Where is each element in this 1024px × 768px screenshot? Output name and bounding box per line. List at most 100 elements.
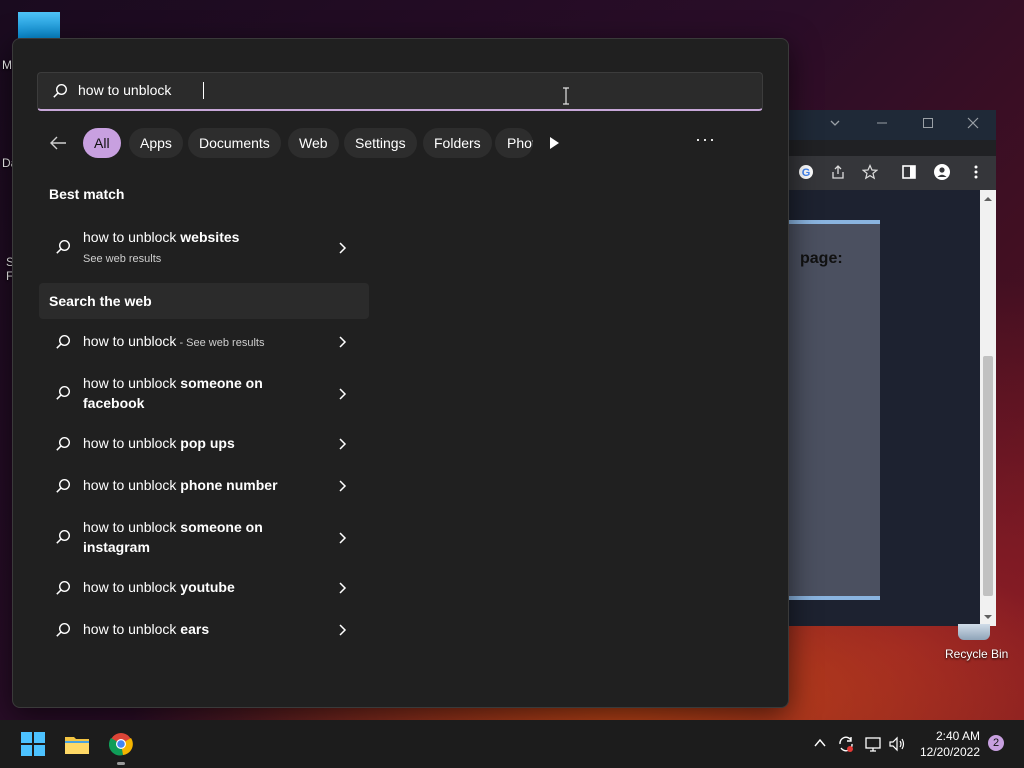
google-icon[interactable]: G	[798, 164, 814, 180]
page-panel: page:	[788, 220, 880, 600]
result-prefix: how to unblock	[83, 579, 181, 595]
result-prefix: how to unblock	[83, 621, 181, 637]
more-filters-play-icon[interactable]	[548, 136, 560, 155]
suggestion-text: how to unblock someone on instagram	[83, 517, 313, 557]
suggestion-item[interactable]: how to unblock someone on instagram	[39, 517, 369, 561]
best-match-heading: Best match	[49, 186, 125, 202]
result-bold: youtube	[180, 579, 235, 595]
search-icon	[55, 385, 71, 406]
filter-all[interactable]: All	[83, 128, 121, 158]
browser-toolbar: G	[780, 156, 996, 190]
filter-photos[interactable]: Phot	[495, 128, 533, 158]
search-the-web-heading: Search the web	[49, 293, 152, 309]
result-suffix: - See web results	[176, 337, 265, 349]
minimize-icon[interactable]	[875, 116, 889, 133]
recycle-bin-icon[interactable]	[958, 624, 990, 640]
filter-documents[interactable]: Documents	[188, 128, 281, 158]
text-caret	[203, 82, 204, 99]
filter-settings[interactable]: Settings	[344, 128, 417, 158]
menu-kebab-icon[interactable]	[968, 164, 984, 180]
filter-apps[interactable]: Apps	[129, 128, 183, 158]
share-icon[interactable]	[830, 164, 846, 180]
filter-folders[interactable]: Folders	[423, 128, 492, 158]
web-result-text: how to unblock - See web results	[83, 331, 313, 353]
result-prefix: how to unblock	[83, 519, 181, 535]
chevron-right-icon[interactable]	[337, 479, 347, 498]
best-match-subtitle: See web results	[83, 253, 162, 265]
search-box[interactable]	[37, 72, 763, 111]
chevron-up-icon[interactable]	[813, 736, 827, 755]
result-prefix: how to unblock	[83, 435, 181, 451]
maximize-icon[interactable]	[921, 116, 935, 133]
clock-time[interactable]: 2:40 AM	[928, 729, 980, 743]
volume-icon[interactable]	[888, 735, 906, 758]
more-options-icon[interactable]: ···	[695, 129, 716, 150]
search-icon	[52, 83, 68, 104]
search-icon	[55, 239, 71, 260]
search-icon	[55, 334, 71, 355]
search-icon	[55, 622, 71, 643]
page-text: page:	[800, 250, 843, 267]
chrome-icon[interactable]	[108, 732, 133, 761]
notification-badge[interactable]: 2	[988, 735, 1004, 751]
profile-icon[interactable]	[934, 164, 950, 180]
chevron-right-icon[interactable]	[337, 437, 347, 456]
search-icon	[55, 478, 71, 499]
result-prefix: how to unblock	[83, 477, 181, 493]
chrome-running-indicator	[117, 762, 125, 765]
result-prefix: how to unblock	[83, 375, 181, 391]
result-bold: ears	[180, 621, 210, 637]
filter-web[interactable]: Web	[288, 128, 339, 158]
scroll-down-icon[interactable]	[980, 610, 996, 624]
close-icon[interactable]	[966, 116, 980, 133]
scroll-thumb[interactable]	[983, 356, 993, 596]
browser-window[interactable]: G page:	[780, 110, 996, 626]
recycle-bin-label: Recycle Bin	[945, 647, 1009, 661]
desktop-icon-top[interactable]	[18, 12, 60, 40]
text-cursor-icon	[563, 87, 569, 105]
suggestion-text: how to unblock phone number	[83, 475, 313, 495]
filter-bar: All Apps Documents Web Settings Folders …	[43, 127, 743, 161]
clock-date[interactable]: 12/20/2022	[916, 745, 980, 759]
chevron-right-icon[interactable]	[337, 623, 347, 642]
suggestion-text: how to unblock youtube	[83, 577, 313, 597]
suggestion-text: how to unblock ears	[83, 619, 313, 639]
suggestion-item[interactable]: how to unblock pop ups	[39, 433, 369, 457]
result-prefix: how to unblock	[83, 333, 177, 349]
search-icon	[55, 580, 71, 601]
suggestion-item[interactable]: how to unblock someone on facebook	[39, 373, 369, 417]
browser-content: page:	[780, 190, 980, 626]
best-match-item[interactable]: how to unblock websites See web results	[39, 227, 369, 271]
scroll-up-icon[interactable]	[980, 192, 996, 206]
suggestion-text: how to unblock someone on facebook	[83, 373, 313, 413]
bookmark-star-icon[interactable]	[861, 164, 879, 180]
side-panel-icon[interactable]	[901, 164, 917, 180]
chevron-right-icon[interactable]	[337, 241, 347, 260]
best-match-text: how to unblock websites See web results	[83, 227, 313, 269]
chevron-right-icon[interactable]	[337, 531, 347, 550]
search-input[interactable]	[78, 73, 538, 107]
network-icon[interactable]	[864, 735, 882, 758]
back-arrow-icon[interactable]	[49, 135, 67, 156]
result-bold: pop ups	[180, 435, 235, 451]
taskbar	[0, 720, 1024, 768]
suggestion-item[interactable]: how to unblock ears	[39, 619, 369, 643]
windows-start-icon[interactable]	[21, 732, 45, 761]
tab-list-icon[interactable]	[828, 116, 842, 133]
suggestion-item[interactable]: how to unblock youtube	[39, 577, 369, 601]
search-icon	[55, 436, 71, 457]
browser-titlebar	[780, 110, 996, 140]
browser-scrollbar[interactable]	[980, 190, 996, 626]
sync-icon[interactable]	[837, 735, 855, 758]
chevron-right-icon[interactable]	[337, 387, 347, 406]
result-bold: websites	[180, 229, 240, 245]
chevron-right-icon[interactable]	[337, 581, 347, 600]
search-panel: All Apps Documents Web Settings Folders …	[12, 38, 789, 708]
suggestion-item[interactable]: how to unblock phone number	[39, 475, 369, 499]
search-icon	[55, 529, 71, 550]
chevron-right-icon[interactable]	[337, 335, 347, 354]
file-explorer-icon[interactable]	[64, 732, 90, 761]
web-result-item[interactable]: how to unblock - See web results	[39, 331, 369, 355]
desktop-label-m: M	[2, 58, 12, 72]
suggestion-text: how to unblock pop ups	[83, 433, 313, 453]
